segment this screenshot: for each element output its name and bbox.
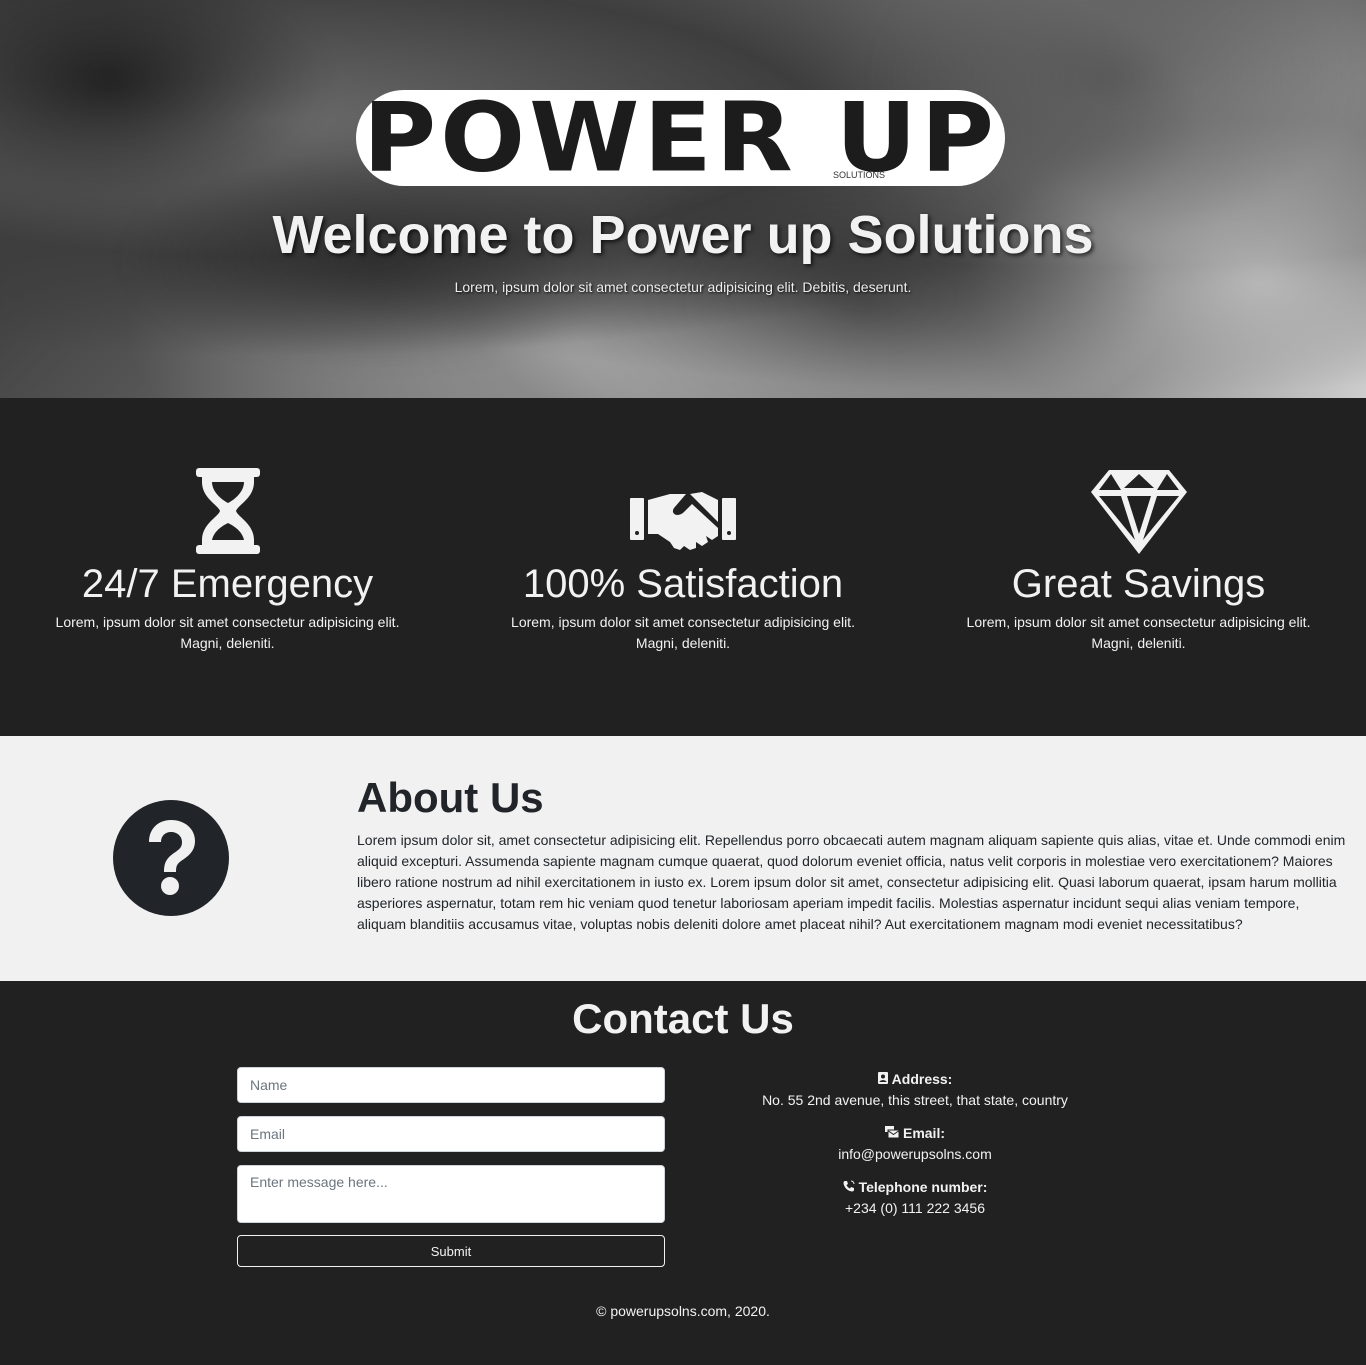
hero-background-image: [0, 0, 1366, 398]
address-book-icon: [877, 1069, 888, 1090]
address-label: Address:: [665, 1069, 1165, 1090]
logo-subtext: SOLUTIONS: [832, 170, 885, 180]
diamond-icon: [911, 468, 1366, 554]
hourglass-icon: [0, 468, 455, 554]
contact-form: Submit: [237, 1067, 665, 1267]
feature-savings: Great Savings Lorem, ipsum dolor sit ame…: [911, 468, 1366, 736]
feature-text: Lorem, ipsum dolor sit amet consectetur …: [511, 614, 855, 651]
email-field[interactable]: [237, 1116, 665, 1152]
about-text: Lorem ipsum dolor sit, amet consectetur …: [357, 832, 1346, 932]
address-block: Address: No. 55 2nd avenue, this street,…: [665, 1069, 1165, 1111]
phone-volume-icon: [843, 1177, 855, 1198]
address-value: No. 55 2nd avenue, this street, that sta…: [762, 1092, 1068, 1108]
feature-text: Lorem, ipsum dolor sit amet consectetur …: [966, 614, 1311, 651]
email-value[interactable]: info@powerupsolns.com: [665, 1144, 1165, 1165]
features-section: 24/7 Emergency Lorem, ipsum dolor sit am…: [0, 398, 1366, 736]
hero-section: POWER UP SOLUTIONS Welcome to Power up S…: [0, 0, 1366, 398]
feature-title: 100% Satisfaction: [522, 562, 844, 606]
hero-subtitle: Lorem, ipsum dolor sit amet consectetur …: [454, 279, 912, 295]
phone-label: Telephone number:: [665, 1177, 1165, 1198]
message-field[interactable]: [237, 1165, 665, 1223]
feature-satisfaction: 100% Satisfaction Lorem, ipsum dolor sit…: [456, 468, 911, 736]
about-title: About Us: [357, 774, 544, 821]
mail-bulk-icon: [884, 1123, 900, 1144]
feature-title: Great Savings: [1011, 562, 1266, 606]
hero-title: Welcome to Power up Solutions: [272, 205, 1094, 265]
question-circle-icon: [113, 800, 229, 916]
contact-section: Contact Us Submit Address: No. 55 2nd av…: [0, 981, 1366, 1365]
handshake-icon: [456, 468, 911, 554]
phone-block: Telephone number: +234 (0) 111 222 3456: [665, 1177, 1165, 1219]
contact-title: Contact Us: [572, 995, 794, 1042]
contact-info: Address: No. 55 2nd avenue, this street,…: [665, 1069, 1165, 1231]
about-section: About Us Lorem ipsum dolor sit, amet con…: [0, 736, 1366, 981]
email-label: Email:: [665, 1123, 1165, 1144]
phone-value[interactable]: +234 (0) 111 222 3456: [665, 1198, 1165, 1219]
copyright: © powerupsolns.com, 2020.: [596, 1303, 770, 1319]
email-block: Email: info@powerupsolns.com: [665, 1123, 1165, 1165]
feature-text: Lorem, ipsum dolor sit amet consectetur …: [55, 614, 400, 651]
logo-text: POWER UP: [362, 81, 999, 194]
logo[interactable]: POWER UP SOLUTIONS: [356, 90, 1005, 186]
feature-emergency: 24/7 Emergency Lorem, ipsum dolor sit am…: [0, 468, 455, 736]
feature-title: 24/7 Emergency: [81, 562, 374, 606]
submit-button[interactable]: Submit: [237, 1235, 665, 1267]
name-field[interactable]: [237, 1067, 665, 1103]
